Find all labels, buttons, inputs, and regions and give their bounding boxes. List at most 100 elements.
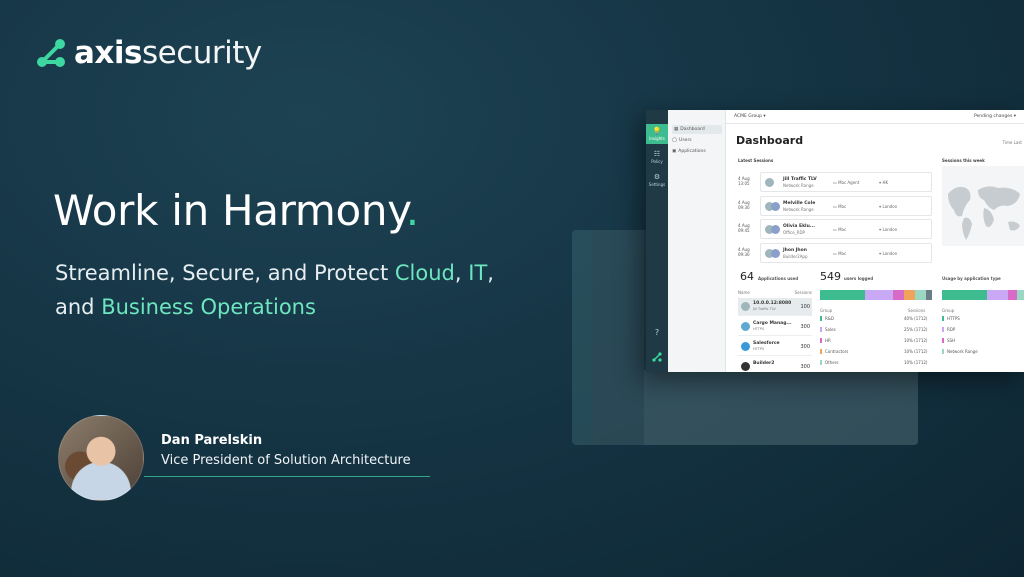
cloud-icon [741,342,750,351]
session-location-label: London [882,227,898,232]
rail-policy-label: Policy [651,159,663,164]
bar-segment [915,290,927,300]
rail-settings-label: Settings [648,182,666,187]
slide: axissecurity Work in Harmony. Streamline… [0,0,1024,577]
bar-segment [892,290,904,300]
app-sessions: 300 [800,324,810,330]
session-device-label: Mac [838,204,847,209]
session-date-time: 13:05 [738,181,750,186]
session-device: ▭ Mac [833,251,847,256]
session-date: 4 Aug 09:45 [738,223,750,233]
pending-changes-button[interactable]: Pending changes ▾ [974,114,1016,119]
speaker-avatar [58,415,144,501]
top-bar: ACME Group ▾ Pending changes ▾ [726,110,1024,124]
nav-item-dashboard[interactable]: ▦ Dashboard [672,125,722,134]
logo-word-axis: axis [74,34,143,71]
session-location: ⌖ London [879,204,898,209]
app-sessions: 100 [800,304,810,310]
session-location-label: HK [882,180,889,185]
table-row[interactable]: Salesforce HTTPS 300 [738,338,812,356]
bar-segment [1017,290,1024,300]
subline-part3: , [487,261,494,285]
avatar [771,249,780,258]
session-user: Olivia Eklu... [783,224,815,229]
bar-segment [1007,290,1018,300]
gear-icon: ⚙ [653,173,661,181]
avatar [771,202,780,211]
bar-segment [864,290,893,300]
usage-by-type-label: Usage by application type [942,276,1001,281]
session-date-time: 09:45 [738,228,750,233]
lightbulb-icon: 💡 [652,127,662,135]
type-row-label: RDP [942,327,955,332]
avatar [765,178,774,187]
table-row[interactable]: Cargo Manag... HTTPS 300 [738,318,812,336]
app-name: 10.0.0.12:8080 [753,301,792,306]
bar-segment [926,290,932,300]
group-row-value: 10% (1712) [904,338,928,343]
policy-icon: ☷ [653,150,661,158]
type-row-label: SSH [942,338,955,343]
rail-settings[interactable]: ⚙ Settings [646,173,668,191]
dashboard-screenshot: 💡 Insights ☷ Policy ⚙ Settings ? ▦ Dashbo… [646,110,1024,372]
app-icon [741,302,750,311]
table-row[interactable]: Builder2 300 [738,358,812,372]
apps-icon: ▣ [672,149,677,154]
apps-header-sessions: Sessions [794,290,812,295]
app-type-bar [942,290,1024,300]
session-card[interactable]: Melville Cole Network Range ▭ Mac ⌖ Lond… [760,196,932,216]
bar-segment [903,290,916,300]
apps-used-count: 64 [740,270,754,283]
nav-dashboard-label: Dashboard [680,127,705,132]
session-device: ▭ Mac [833,204,847,209]
session-device-label: Mac Agent [838,180,860,185]
side-nav: ▦ Dashboard ◯ Users ▣ Applications [668,110,726,372]
app-name: Cargo Manag... [753,321,792,326]
users-group-bar [820,290,932,300]
type-row-label: HTTPS [942,316,960,321]
sessions-week-label: Sessions this week [942,158,985,163]
app-rail: 💡 Insights ☷ Policy ⚙ Settings ? [646,110,668,372]
speaker-role: Vice President of Solution Architecture [161,453,411,468]
app-name: Salesforce [753,341,780,346]
session-card[interactable]: Jill Traffic TLV Network Range ▭ Mac Age… [760,172,932,192]
session-date: 4 Aug 09:30 [738,247,750,257]
group-row-label: R&D [820,316,834,321]
app-icon [741,322,750,331]
groups-header: Group [820,308,833,313]
headline-dot: . [405,186,419,235]
user-icon: ◯ [672,138,678,143]
session-location: ⌖ HK [879,180,889,185]
bar-segment [987,290,1008,300]
back-rail [572,230,592,445]
headline-text: Work in Harmony [53,186,406,235]
session-user: Jill Traffic TLV [783,177,817,182]
groups-header-sessions: Sessions [908,308,926,313]
nav-item-applications[interactable]: ▣ Applications [672,149,706,154]
table-row[interactable]: 10.0.0.12:8080 Jill Traffic TLV 100 [738,298,812,316]
subline-part1: Streamline, Secure, and Protect [55,261,395,285]
group-row-value: 10% (1712) [904,349,928,354]
time-filter[interactable]: Time Last [1003,140,1022,145]
session-date-time: 09:30 [738,252,750,257]
nav-item-users[interactable]: ◯ Users [672,138,692,143]
app-type: HTTPS [753,327,765,331]
rail-policy[interactable]: ☷ Policy [646,150,668,168]
group-row-value: 10% (1712) [904,360,928,365]
group-row-label: Others [820,360,838,365]
help-icon[interactable]: ? [646,328,668,337]
session-card[interactable]: Jhon Jhon Builder2App ▭ Mac ⌖ London [760,243,932,263]
group-selector[interactable]: ACME Group ▾ [734,114,766,119]
rail-insights-label: Insights [649,136,665,141]
axis-logo-icon [37,39,65,67]
app-sessions: 300 [800,364,810,370]
subline-part2: , [454,261,469,285]
latest-sessions-label: Latest Sessions [738,158,774,163]
session-card[interactable]: Olivia Eklu... Office_RDP ▭ Mac ⌖ London [760,219,932,239]
subline-part4: and [55,295,102,319]
rail-insights[interactable]: 💡 Insights [646,124,668,144]
axis-small-logo-icon [652,352,662,362]
session-device-label: Mac [838,251,847,256]
apps-header-name: Name [738,290,750,295]
subline-accent-cloud: Cloud [394,261,455,285]
